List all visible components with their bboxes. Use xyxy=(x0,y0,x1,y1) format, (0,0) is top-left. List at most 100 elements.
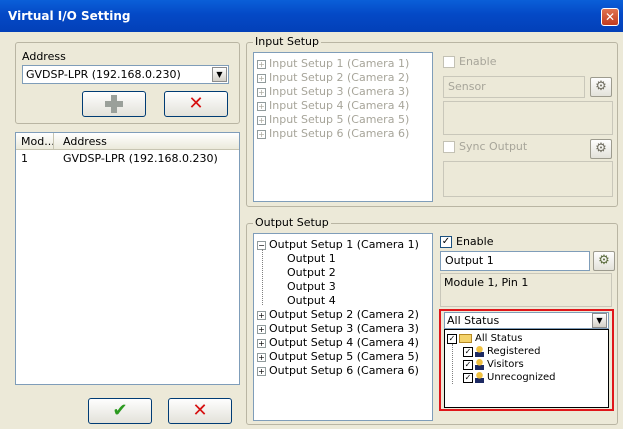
input-setup-tree[interactable]: + Input Setup 1 (Camera 1) + Input Setup 2… xyxy=(253,52,433,202)
output-setup-tree[interactable]: − Output Setup 1 (Camera 1) Output 1 Outp… xyxy=(253,233,433,421)
expand-icon: + xyxy=(257,324,266,334)
module-info-area: Module 1, Pin 1 xyxy=(440,273,612,307)
address-select[interactable]: GVDSP-LPR (192.168.0.230) ▼ xyxy=(22,65,229,84)
expand-icon: + xyxy=(257,73,266,83)
tree-node-output-1[interactable]: Output 1 xyxy=(287,252,336,265)
tree-node-label: Input Setup 5 (Camera 5) xyxy=(269,113,410,126)
tree-node-label: Output Setup 4 (Camera 4) xyxy=(269,336,419,349)
address-list[interactable]: Mod... Address 1 GVDSP-LPR (192.168.0.23… xyxy=(15,132,240,385)
person-icon xyxy=(475,372,484,383)
gear-icon: ⚙ xyxy=(595,79,607,94)
input-enable-checkbox[interactable] xyxy=(443,56,455,68)
row-address: GVDSP-LPR (192.168.0.230) xyxy=(63,152,218,165)
address-group: Address GVDSP-LPR (192.168.0.230) ▼ ✕ xyxy=(15,42,240,124)
chevron-down-icon: ▼ xyxy=(592,313,607,328)
ok-button[interactable]: ✔ xyxy=(88,398,152,424)
sensor-field[interactable]: Sensor xyxy=(443,76,585,98)
tree-node-label: Input Setup 4 (Camera 4) xyxy=(269,99,410,112)
close-button[interactable]: ✕ xyxy=(601,8,619,26)
tree-node-label: Output Setup 6 (Camera 6) xyxy=(269,364,419,377)
tree-node-label: Output Setup 3 (Camera 3) xyxy=(269,322,419,335)
status-item-label: All Status xyxy=(475,333,523,344)
sensor-settings-button[interactable]: ⚙ xyxy=(590,77,612,97)
module-info-text: Module 1, Pin 1 xyxy=(444,276,529,289)
tree-node-output-setup-6[interactable]: + Output Setup 6 (Camera 6) xyxy=(257,364,419,377)
tree-node-label: Output 4 xyxy=(287,294,336,307)
tree-node-label: Output Setup 5 (Camera 5) xyxy=(269,350,419,363)
tree-node-label: Output 2 xyxy=(287,266,336,279)
output-setup-group: Output Setup − Output Setup 1 (Camera 1) … xyxy=(246,216,618,425)
status-item-label: Unrecognized xyxy=(487,372,556,383)
gear-icon: ⚙ xyxy=(598,253,610,268)
expand-icon: + xyxy=(257,87,266,97)
tree-node-output-2[interactable]: Output 2 xyxy=(287,266,336,279)
sync-output-settings-button[interactable]: ⚙ xyxy=(590,139,612,159)
virtual-io-window: Virtual I/O Setting ✕ Address GVDSP-LPR … xyxy=(0,0,623,429)
expand-icon: + xyxy=(257,338,266,348)
tree-node-output-setup-2[interactable]: + Output Setup 2 (Camera 2) xyxy=(257,308,419,321)
tree-node-input-1[interactable]: + Input Setup 1 (Camera 1) xyxy=(257,57,409,70)
status-item-label: Visitors xyxy=(487,359,524,370)
status-item-unrecognized[interactable]: ✓ Unrecognized xyxy=(463,372,556,383)
tree-line xyxy=(262,249,263,305)
sync-output-area xyxy=(443,161,613,197)
tree-node-label: Input Setup 1 (Camera 1) xyxy=(269,57,410,70)
output-setup-legend: Output Setup xyxy=(253,216,331,229)
checkbox-icon: ✓ xyxy=(463,359,473,370)
sync-output-checkbox[interactable] xyxy=(443,141,455,153)
tree-node-input-4[interactable]: + Input Setup 4 (Camera 4) xyxy=(257,99,409,112)
add-address-button[interactable] xyxy=(82,91,146,117)
expand-icon: + xyxy=(257,129,266,139)
input-detail-area xyxy=(443,101,613,135)
status-select[interactable]: All Status ▼ xyxy=(444,312,609,329)
chevron-down-icon: ▼ xyxy=(212,67,227,82)
status-item-registered[interactable]: ✓ Registered xyxy=(463,346,540,357)
tree-node-input-2[interactable]: + Input Setup 2 (Camera 2) xyxy=(257,71,409,84)
list-row[interactable]: 1 GVDSP-LPR (192.168.0.230) xyxy=(16,151,239,165)
input-enable-label: Enable xyxy=(459,55,497,68)
output-name-field[interactable]: Output 1 xyxy=(440,251,590,271)
col-header-address[interactable]: Address xyxy=(63,135,107,148)
expand-icon: + xyxy=(257,366,266,376)
checkmark-icon: ✔ xyxy=(112,400,128,421)
tree-node-output-setup-4[interactable]: + Output Setup 4 (Camera 4) xyxy=(257,336,419,349)
checkbox-icon: ✓ xyxy=(447,333,457,344)
expand-icon: + xyxy=(257,352,266,362)
status-item-all[interactable]: ✓ All Status xyxy=(447,333,522,344)
tree-node-output-setup-3[interactable]: + Output Setup 3 (Camera 3) xyxy=(257,322,419,335)
checkbox-icon: ✓ xyxy=(463,346,473,357)
sensor-value: Sensor xyxy=(448,80,486,93)
remove-address-button[interactable]: ✕ xyxy=(164,91,228,117)
tree-node-label: Output Setup 2 (Camera 2) xyxy=(269,308,419,321)
tree-node-output-setup-5[interactable]: + Output Setup 5 (Camera 5) xyxy=(257,350,419,363)
list-header: Mod... Address xyxy=(16,133,239,150)
input-setup-group: Input Setup + Input Setup 1 (Camera 1) + I… xyxy=(246,35,618,207)
tree-node-label: Input Setup 2 (Camera 2) xyxy=(269,71,410,84)
output-name-value: Output 1 xyxy=(445,254,494,267)
checkbox-icon: ✓ xyxy=(463,372,473,383)
status-select-value: All Status xyxy=(447,314,500,327)
status-item-label: Registered xyxy=(487,346,541,357)
input-setup-legend: Input Setup xyxy=(253,35,321,48)
person-icon xyxy=(475,359,484,370)
expand-icon: + xyxy=(257,115,266,125)
folder-icon xyxy=(459,334,472,343)
row-mod: 1 xyxy=(21,152,28,165)
tree-node-label: Output 3 xyxy=(287,280,336,293)
tree-node-input-5[interactable]: + Input Setup 5 (Camera 5) xyxy=(257,113,409,126)
cancel-button[interactable]: ✕ xyxy=(168,398,232,424)
tree-node-label: Input Setup 6 (Camera 6) xyxy=(269,127,410,140)
output-enable-checkbox[interactable]: ✓ xyxy=(440,236,452,248)
col-header-mod[interactable]: Mod... xyxy=(21,135,55,148)
tree-node-input-3[interactable]: + Input Setup 3 (Camera 3) xyxy=(257,85,409,98)
output-settings-button[interactable]: ⚙ xyxy=(593,251,615,271)
window-title: Virtual I/O Setting xyxy=(8,9,131,23)
status-item-visitors[interactable]: ✓ Visitors xyxy=(463,359,524,370)
tree-node-output-4[interactable]: Output 4 xyxy=(287,294,336,307)
tree-node-input-6[interactable]: + Input Setup 6 (Camera 6) xyxy=(257,127,409,140)
tree-node-output-3[interactable]: Output 3 xyxy=(287,280,336,293)
check-icon: ✓ xyxy=(441,236,451,247)
tree-node-output-setup-1[interactable]: − Output Setup 1 (Camera 1) xyxy=(257,238,419,251)
x-icon: ✕ xyxy=(192,400,208,421)
output-enable-label: Enable xyxy=(456,235,494,248)
